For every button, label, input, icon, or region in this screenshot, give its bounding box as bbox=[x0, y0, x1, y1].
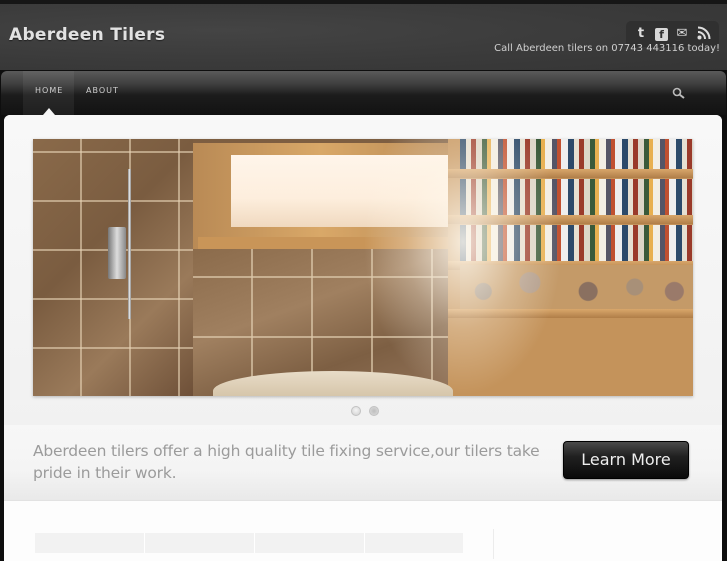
active-nav-indicator bbox=[43, 108, 55, 115]
slide-image[interactable] bbox=[33, 139, 693, 396]
slider-dot-active[interactable] bbox=[369, 406, 379, 416]
main-nav: HOME ABOUT bbox=[1, 71, 726, 115]
main-content: Aberdeen tilers offer a high quality til… bbox=[4, 115, 722, 561]
site-title[interactable]: Aberdeen Tilers bbox=[9, 25, 165, 45]
content-tab[interactable] bbox=[255, 533, 365, 553]
site-header: Aberdeen Tilers t f ✉ Call Aberdeen tile… bbox=[0, 4, 727, 70]
image-slider bbox=[4, 115, 722, 425]
slider-pagination bbox=[351, 406, 379, 416]
search-icon[interactable] bbox=[672, 86, 686, 100]
light-glare bbox=[363, 139, 563, 396]
facebook-icon[interactable]: f bbox=[655, 27, 668, 41]
email-icon[interactable]: ✉ bbox=[674, 26, 690, 42]
content-tabs bbox=[35, 533, 463, 553]
content-tab[interactable] bbox=[145, 533, 255, 553]
intro-text: Aberdeen tilers offer a high quality til… bbox=[33, 442, 540, 482]
content-tab[interactable] bbox=[35, 533, 145, 553]
learn-more-button[interactable]: Learn More bbox=[563, 441, 689, 479]
sidebar-divider bbox=[493, 529, 494, 559]
content-tab[interactable] bbox=[365, 533, 463, 553]
twitter-icon[interactable]: t bbox=[633, 26, 649, 42]
shower-unit bbox=[108, 227, 126, 279]
rss-icon[interactable] bbox=[696, 26, 712, 42]
nav-item-about[interactable]: ABOUT bbox=[74, 71, 131, 115]
slider-dot[interactable] bbox=[351, 406, 361, 416]
intro-banner: Aberdeen tilers offer a high quality til… bbox=[4, 425, 722, 501]
content-area bbox=[4, 501, 722, 561]
tagline: Call Aberdeen tilers on 07743 443116 tod… bbox=[494, 43, 720, 54]
shower-pipe bbox=[128, 169, 131, 319]
